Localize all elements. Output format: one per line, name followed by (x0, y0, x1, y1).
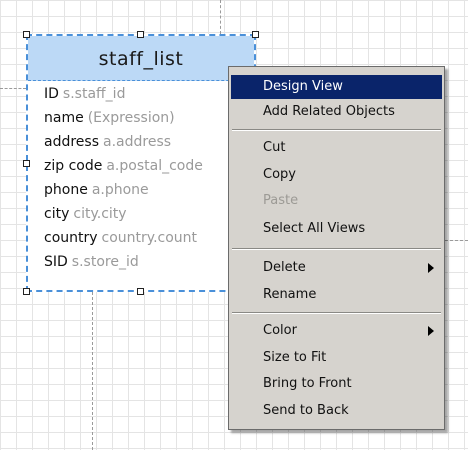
field-name: name (44, 110, 84, 126)
resize-handle-bottom-center[interactable] (137, 288, 144, 295)
field-name: SID (44, 254, 68, 270)
menu-item-copy[interactable]: Copy (231, 163, 442, 187)
resize-handle-top-center[interactable] (137, 31, 144, 38)
field-name: zip code (44, 158, 103, 174)
menu-item-send-to-back[interactable]: Send to Back (231, 399, 442, 423)
menu-item-paste: Paste (263, 193, 299, 208)
view-entity-staff-list[interactable]: staff_list ID s.staff_id name (Expression)… (26, 34, 256, 292)
field-name: country (44, 230, 98, 246)
resize-handle-top-left[interactable] (23, 31, 30, 38)
menu-item-color[interactable]: Color (231, 319, 442, 343)
field-source: city.city (73, 206, 127, 222)
field-name: city (44, 206, 70, 222)
field-source: (Expression) (87, 110, 175, 126)
resize-handle-bottom-left[interactable] (23, 288, 30, 295)
menu-item-label: Delete (263, 260, 306, 275)
menu-item-delete[interactable]: Delete (231, 256, 442, 280)
context-menu: Design View Add Related Objects Cut Copy… (228, 66, 445, 430)
field-source: a.phone (91, 182, 149, 198)
field-source: a.address (103, 134, 172, 150)
menu-separator (232, 312, 441, 314)
menu-item-size-to-fit[interactable]: Size to Fit (231, 346, 442, 370)
field-name: ID (44, 86, 59, 102)
menu-separator (232, 248, 441, 250)
field-source: s.staff_id (62, 86, 126, 102)
menu-item-select-all-views[interactable]: Select All Views (231, 217, 442, 241)
resize-handle-middle-left[interactable] (23, 160, 30, 167)
connector-line (0, 88, 26, 89)
connector-line (92, 292, 93, 450)
menu-item-rename[interactable]: Rename (231, 283, 442, 307)
field-source: s.store_id (71, 254, 139, 270)
field-source: country.count (101, 230, 198, 246)
menu-item-add-related-objects[interactable]: Add Related Objects (231, 100, 442, 124)
resize-handle-top-right[interactable] (252, 31, 259, 38)
field-source: a.postal_code (106, 158, 203, 174)
triangle-right-icon (428, 326, 434, 336)
field-name: address (44, 134, 100, 150)
field-name: phone (44, 182, 88, 198)
connector-line (220, 0, 221, 34)
menu-item-label: Color (263, 323, 297, 338)
menu-separator (232, 129, 441, 131)
triangle-right-icon (428, 263, 434, 273)
menu-item-cut[interactable]: Cut (231, 136, 442, 160)
connector-line (445, 240, 468, 241)
menu-item-bring-to-front[interactable]: Bring to Front (231, 372, 442, 396)
entity-title[interactable]: staff_list (28, 36, 254, 81)
menu-item-design-view[interactable]: Design View (231, 75, 442, 99)
